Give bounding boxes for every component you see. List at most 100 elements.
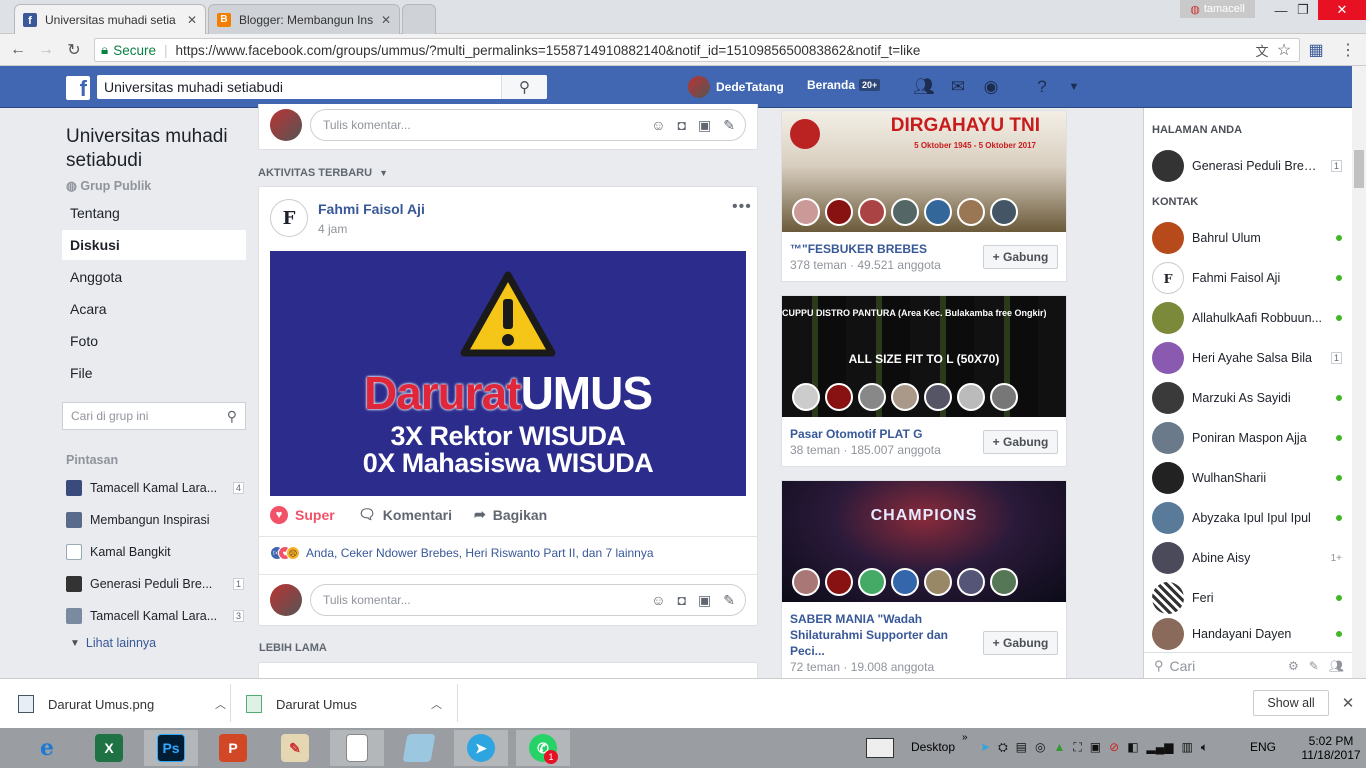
telegram-tray-icon[interactable]: ➤ [980,740,990,755]
tray-icon[interactable]: ◧ [1127,740,1138,755]
camera-icon[interactable]: ◘ [678,117,686,134]
gif-icon[interactable]: ▣ [698,592,711,609]
group-name[interactable]: ™"FESBUKER BREBES [790,241,927,257]
gif-icon[interactable]: ▣ [698,117,711,134]
system-clock[interactable]: 5:02 PM 11/18/2017 [1296,734,1366,762]
shortcut-item[interactable]: Membangun Inspirasi [66,508,244,532]
join-group-button[interactable]: + Gabung [983,631,1058,655]
profile-link[interactable]: DedeTatang [688,76,784,98]
contact-item[interactable]: Feri [1152,578,1342,618]
group-banner[interactable]: CUPPU DISTRO PANTURA (Area Kec. Bulakamb… [782,296,1066,417]
scrollbar-thumb[interactable] [1354,150,1364,188]
paint-icon[interactable]: ✎ [268,730,322,766]
post-options-icon[interactable]: ••• [732,198,752,216]
emoji-icon[interactable]: ☺ [651,592,665,609]
tab-blogger[interactable]: B Blogger: Membangun Ins ✕ [208,4,400,34]
menu-icon[interactable]: ⋮ [1336,38,1360,62]
contact-item[interactable]: Marzuki As Sayidi [1152,378,1342,418]
search-icon[interactable]: ⚲ [501,75,547,99]
desktop-toolbar-label[interactable]: Desktop [911,740,955,754]
group-name[interactable]: SABER MANIA "Wadah Shilaturahmi Supporte… [790,611,980,659]
nav-file[interactable]: File [62,358,246,388]
tray-icon[interactable]: ▲ [1054,740,1066,755]
tray-icon[interactable]: ◎ [1035,740,1045,755]
sticker-icon[interactable]: ✎ [723,592,735,609]
chevron-up-icon[interactable]: ︿ [431,696,442,712]
contact-item[interactable]: Heri Ayahe Salsa Bila 1 [1152,338,1342,378]
tab-facebook[interactable]: f Universitas muhadi setia ✕ [14,4,206,34]
contact-item[interactable]: AllahulkAafi Robbuun... [1152,298,1342,338]
input-language[interactable]: ENG [1250,740,1276,754]
share-button[interactable]: ➦ Bagikan [474,506,547,523]
join-group-button[interactable]: + Gabung [983,245,1058,269]
chevron-up-icon[interactable]: ︿ [215,696,226,712]
back-icon[interactable]: ← [6,38,30,62]
contact-item[interactable]: F Fahmi Faisol Aji [1152,258,1342,298]
whatsapp-icon[interactable]: ✆ 1 [516,730,570,766]
browser-profile[interactable]: ◍ tamacell [1180,0,1255,18]
reactions-summary[interactable]: 👍︎ ♥ ☹ Anda, Ceker Ndower Brebes, Heri R… [270,546,654,560]
join-group-button[interactable]: + Gabung [983,430,1058,454]
close-window-icon[interactable]: ✕ [1318,0,1366,20]
comment-input[interactable]: Tulis komentar... ☺ ◘ ▣ ✎ [310,109,746,141]
volume-icon[interactable]: 🔈︎ [1201,740,1208,755]
post-image[interactable]: DaruratUMUS 3X Rektor WISUDA 0X Mahasisw… [270,251,746,496]
settings-gear-icon[interactable]: ⚙ [1288,659,1299,673]
group-banner[interactable]: DIRGAHAYU TNI 5 Oktober 1945 - 5 Oktober… [782,111,1066,232]
author-avatar[interactable]: F [270,199,308,237]
chat-search-input[interactable]: ⚲ Cari ⚙ ✎ 👥︎ [1144,652,1352,678]
contact-item[interactable]: Bahrul Ulum [1152,218,1342,258]
contact-item[interactable]: Abyzaka Ipul Ipul Ipul [1152,498,1342,538]
comment-input[interactable]: Tulis komentar... ☺ ◘ ▣ ✎ [310,584,746,616]
excel-icon[interactable]: X [82,730,136,766]
toolbar-expand-icon[interactable]: » [962,732,968,743]
friend-requests-icon[interactable]: 👥︎ [912,76,936,98]
new-group-icon[interactable]: 👥︎ [1329,659,1344,673]
show-all-downloads-button[interactable]: Show all [1253,690,1329,716]
telegram-icon[interactable]: ➤ [454,730,508,766]
tray-icon[interactable]: ▣ [1090,740,1101,755]
new-tab-button[interactable] [402,4,436,34]
download-item[interactable]: Darurat Umus.png ︿ [18,688,226,720]
close-tab-icon[interactable]: ✕ [375,13,391,27]
contact-item[interactable]: Handayani Dayen [1152,618,1342,650]
page-item[interactable]: Generasi Peduli Brebes 1 [1152,146,1342,186]
close-tab-icon[interactable]: ✕ [181,13,197,27]
facebook-search-input[interactable]: Universitas muhadi setiabudi [97,75,547,99]
download-item[interactable]: Darurat Umus ︿ [246,688,442,720]
network-signal-icon[interactable]: ▂▄▆ [1147,740,1174,755]
nav-tentang[interactable]: Tentang [62,198,246,228]
notifications-globe-icon[interactable]: ◉ [979,76,1003,98]
recent-activity-header[interactable]: AKTIVITAS TERBARU ▼ [258,167,388,179]
see-more-link[interactable]: ▼ Lihat lainnya [70,636,156,650]
post-timestamp[interactable]: 4 jam [318,222,347,236]
facebook-logo-icon[interactable]: f [66,76,90,100]
camera-icon[interactable]: ◘ [678,592,686,609]
tray-icon[interactable]: ▤ [1016,740,1027,755]
reload-icon[interactable]: ↻ [62,38,86,62]
notepad-icon[interactable] [330,730,384,766]
files-icon[interactable] [392,730,446,766]
home-link[interactable]: Beranda 20+ [807,78,881,92]
search-icon[interactable]: ⚲ [227,408,237,425]
internet-explorer-icon[interactable]: e [20,730,74,766]
translate-icon[interactable]: 文 [1250,38,1274,62]
nav-anggota[interactable]: Anggota [62,262,246,292]
super-reaction-button[interactable]: ♥ Super [270,506,335,524]
comment-button[interactable]: 🗨︎ Komentari [358,506,452,523]
group-name[interactable]: Pasar Otomotif PLAT G [790,426,922,442]
emoji-icon[interactable]: ☺ [651,117,665,134]
shortcut-item[interactable]: Tamacell Kamal Lara... 3 [66,604,244,628]
group-title[interactable]: Universitas muhadi setiabudi [66,125,246,173]
shortcut-item[interactable]: Kamal Bangkit [66,540,244,564]
sticker-icon[interactable]: ✎ [723,117,735,134]
tray-icon[interactable]: ⛶ [1073,740,1081,755]
tray-icon[interactable]: ▥ [1182,740,1193,755]
contact-item[interactable]: Poniran Maspon Ajja [1152,418,1342,458]
nav-diskusi[interactable]: Diskusi [62,230,246,260]
messenger-icon[interactable]: ✉ [946,76,970,98]
photoshop-icon[interactable]: Ps [144,730,198,766]
new-message-icon[interactable]: ✎ [1309,659,1319,673]
contact-item[interactable]: WulhanSharii [1152,458,1342,498]
powerpoint-icon[interactable]: P [206,730,260,766]
